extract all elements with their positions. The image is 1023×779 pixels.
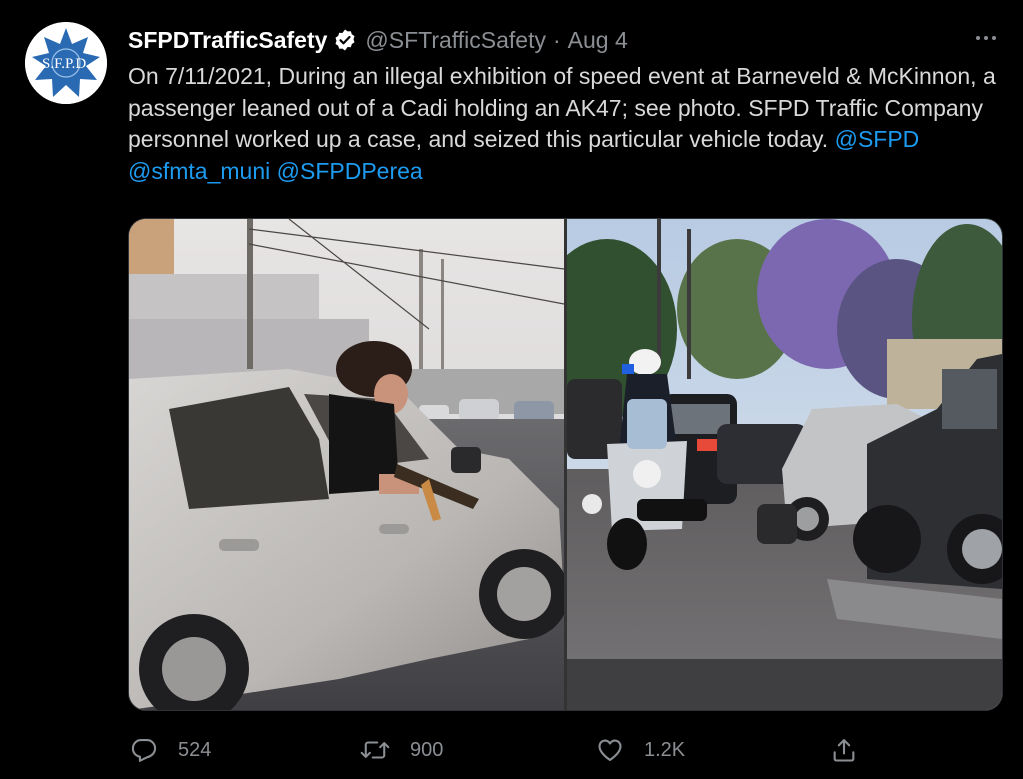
- reply-button[interactable]: 524: [130, 733, 211, 767]
- like-button[interactable]: 1.2K: [596, 733, 685, 767]
- photo-car-passenger[interactable]: [129, 219, 564, 710]
- like-count: 1.2K: [644, 738, 686, 761]
- mention-sfmta-muni[interactable]: @sfmta_muni: [128, 158, 270, 184]
- verified-badge-icon: [333, 28, 357, 52]
- header-separator: ·: [552, 26, 561, 53]
- mention-sfpdperea[interactable]: @SFPDPerea: [277, 158, 423, 184]
- user-handle[interactable]: @SFTrafficSafety: [365, 27, 546, 54]
- display-name[interactable]: SFPDTrafficSafety: [128, 27, 327, 54]
- photo-police-tow[interactable]: [567, 219, 1002, 710]
- sfpd-star-logo: S.F.P.D.: [25, 22, 107, 104]
- share-icon: [830, 736, 858, 764]
- tweet-date[interactable]: Aug 4: [568, 27, 628, 54]
- tweet-media: [128, 218, 1003, 711]
- reply-icon: [130, 736, 158, 764]
- tweet[interactable]: S.F.P.D. SFPDTrafficSafety @SFTrafficSaf…: [0, 0, 1023, 779]
- retweet-button[interactable]: 900: [360, 733, 443, 767]
- share-button[interactable]: [830, 733, 878, 767]
- mention-sfpd[interactable]: @SFPD: [835, 126, 920, 152]
- tweet-text: On 7/11/2021, During an illegal exhibiti…: [128, 61, 1008, 187]
- tweet-header: SFPDTrafficSafety @SFTrafficSafety · Aug…: [128, 25, 628, 55]
- avatar-text: S.F.P.D.: [42, 56, 90, 72]
- retweet-icon: [360, 736, 390, 764]
- heart-icon: [596, 736, 624, 764]
- profile-avatar[interactable]: S.F.P.D.: [25, 22, 107, 104]
- more-options-icon[interactable]: [966, 25, 1006, 51]
- reply-count: 524: [178, 738, 212, 761]
- retweet-count: 900: [410, 738, 444, 761]
- tweet-actions: 524 900 1.2K: [130, 733, 860, 767]
